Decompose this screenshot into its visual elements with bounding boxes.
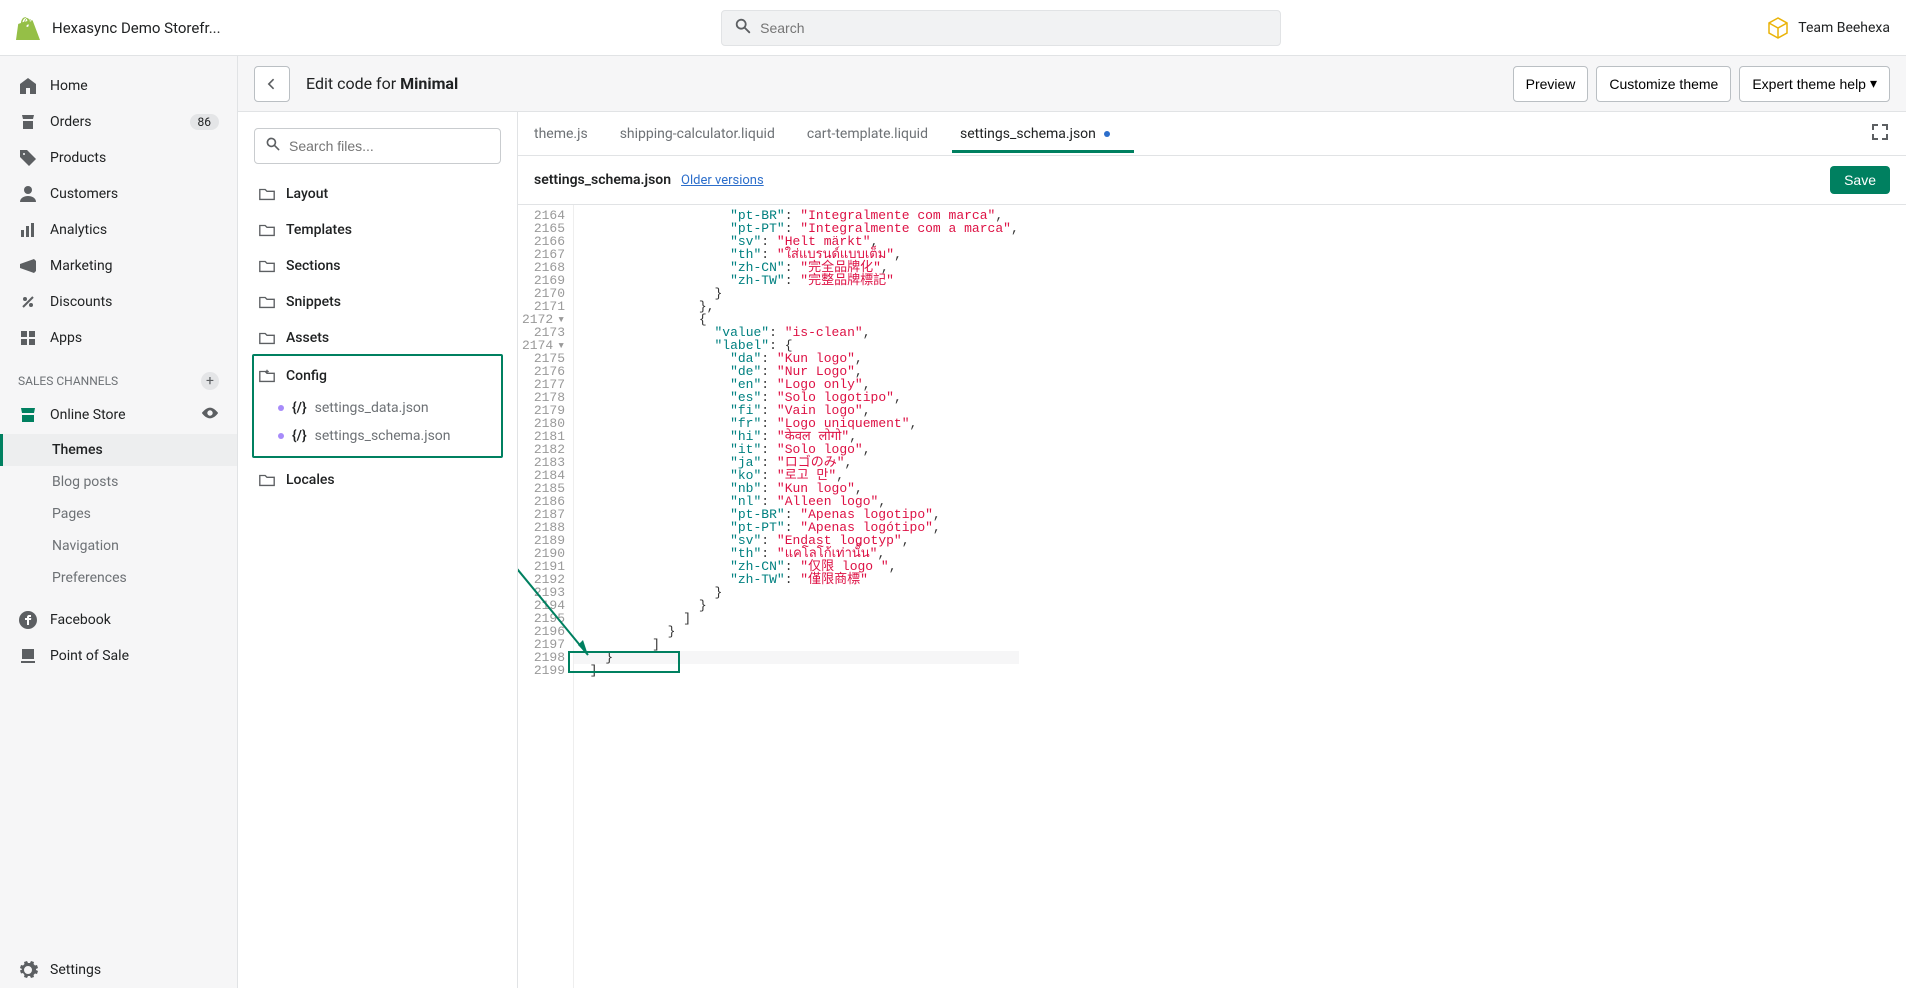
team-icon — [1766, 16, 1790, 40]
discounts-icon — [18, 292, 38, 312]
settings-icon — [18, 960, 38, 980]
pos-icon — [18, 646, 38, 666]
nav-apps[interactable]: Apps — [0, 320, 237, 356]
folder-icon — [258, 185, 276, 203]
nav-customers[interactable]: Customers — [0, 176, 237, 212]
file-settings-schema[interactable]: {/}settings_schema.json — [254, 422, 501, 450]
json-icon: {/} — [292, 400, 307, 416]
nav-settings[interactable]: Settings — [0, 952, 237, 988]
folder-open-icon — [258, 367, 276, 385]
back-button[interactable] — [254, 66, 290, 102]
topbar: Hexasync Demo Storefr... Team Beehexa — [0, 0, 1906, 56]
customize-theme-button[interactable]: Customize theme — [1596, 66, 1731, 102]
apps-icon — [18, 328, 38, 348]
tab-cart-template[interactable]: cart-template.liquid — [807, 116, 928, 152]
products-icon — [18, 148, 38, 168]
nav-themes[interactable]: Themes — [0, 434, 237, 466]
add-channel-icon[interactable]: + — [201, 372, 219, 390]
logo-area: Hexasync Demo Storefr... — [16, 16, 236, 40]
chevron-down-icon: ▾ — [1870, 75, 1877, 92]
file-panel: Layout Templates Sections Snippets Asset… — [238, 112, 518, 988]
nav-preferences[interactable]: Preferences — [0, 562, 237, 594]
save-button[interactable]: Save — [1830, 166, 1890, 194]
customers-icon — [18, 184, 38, 204]
subheader: Edit code for Minimal Preview Customize … — [238, 56, 1906, 112]
orders-badge: 86 — [190, 114, 220, 130]
nav-point-of-sale[interactable]: Point of Sale — [0, 638, 237, 674]
nav-navigation[interactable]: Navigation — [0, 530, 237, 562]
sidebar: Home Orders86 Products Customers Analyti… — [0, 56, 238, 988]
nav-home[interactable]: Home — [0, 68, 237, 104]
expert-help-button[interactable]: Expert theme help ▾ — [1739, 66, 1890, 102]
folder-snippets[interactable]: Snippets — [254, 284, 501, 320]
folder-sections[interactable]: Sections — [254, 248, 501, 284]
current-file-name: settings_schema.json — [534, 172, 671, 188]
modified-dot-icon — [278, 433, 284, 439]
code-editor[interactable]: 216421652166216721682169217021712172▾217… — [518, 205, 1906, 988]
nav-orders[interactable]: Orders86 — [0, 104, 237, 140]
section-sales-channels: SALES CHANNELS+ — [0, 356, 237, 396]
analytics-icon — [18, 220, 38, 240]
config-highlight-box: Config {/}settings_data.json {/}settings… — [252, 354, 503, 458]
view-store-icon[interactable] — [201, 404, 219, 426]
folder-icon — [258, 257, 276, 275]
marketing-icon — [18, 256, 38, 276]
nav-online-store[interactable]: Online Store — [0, 396, 237, 434]
team-area[interactable]: Team Beehexa — [1766, 16, 1890, 40]
editor-tabs: theme.js shipping-calculator.liquid cart… — [518, 112, 1906, 156]
edit-code-title: Edit code for Minimal — [306, 74, 458, 93]
editor-area: theme.js shipping-calculator.liquid cart… — [518, 112, 1906, 988]
modified-dot-icon — [278, 405, 284, 411]
folder-icon — [258, 293, 276, 311]
tab-theme-js[interactable]: theme.js — [534, 116, 588, 152]
folder-locales[interactable]: Locales — [254, 462, 501, 498]
folder-icon — [258, 221, 276, 239]
online-store-icon — [18, 405, 38, 425]
gutter: 216421652166216721682169217021712172▾217… — [518, 205, 574, 988]
store-name[interactable]: Hexasync Demo Storefr... — [52, 19, 221, 37]
folder-layout[interactable]: Layout — [254, 176, 501, 212]
folder-config[interactable]: Config — [254, 358, 501, 394]
nav-facebook[interactable]: Facebook — [0, 602, 237, 638]
search-icon — [265, 136, 281, 156]
facebook-icon — [18, 610, 38, 630]
folder-templates[interactable]: Templates — [254, 212, 501, 248]
code-content[interactable]: "pt-BR": "Integralmente com marca", "pt-… — [574, 205, 1019, 988]
nav-blog-posts[interactable]: Blog posts — [0, 466, 237, 498]
nav-products[interactable]: Products — [0, 140, 237, 176]
older-versions-link[interactable]: Older versions — [681, 173, 764, 188]
tab-settings-schema[interactable]: settings_schema.json — [960, 116, 1110, 152]
folder-icon — [258, 471, 276, 489]
orders-icon — [18, 112, 38, 132]
nav-analytics[interactable]: Analytics — [0, 212, 237, 248]
tab-shipping-calculator[interactable]: shipping-calculator.liquid — [620, 116, 775, 152]
search-input[interactable] — [760, 20, 1268, 36]
fullscreen-icon[interactable] — [1870, 122, 1890, 146]
nav-marketing[interactable]: Marketing — [0, 248, 237, 284]
main-area: Edit code for Minimal Preview Customize … — [238, 56, 1906, 988]
folder-icon — [258, 329, 276, 347]
file-settings-data[interactable]: {/}settings_data.json — [254, 394, 501, 422]
unsaved-dot-icon — [1104, 131, 1110, 137]
home-icon — [18, 76, 38, 96]
file-search-box[interactable] — [254, 128, 501, 164]
folder-assets[interactable]: Assets — [254, 320, 501, 356]
file-header: settings_schema.json Older versions Save — [518, 156, 1906, 205]
search-icon — [734, 17, 752, 39]
json-icon: {/} — [292, 428, 307, 444]
shopify-logo-icon — [16, 16, 40, 40]
file-search-input[interactable] — [289, 138, 490, 154]
team-name-label: Team Beehexa — [1798, 20, 1890, 36]
nav-pages[interactable]: Pages — [0, 498, 237, 530]
preview-button[interactable]: Preview — [1513, 66, 1589, 102]
search-wrap — [236, 10, 1766, 46]
nav-discounts[interactable]: Discounts — [0, 284, 237, 320]
search-box[interactable] — [721, 10, 1281, 46]
